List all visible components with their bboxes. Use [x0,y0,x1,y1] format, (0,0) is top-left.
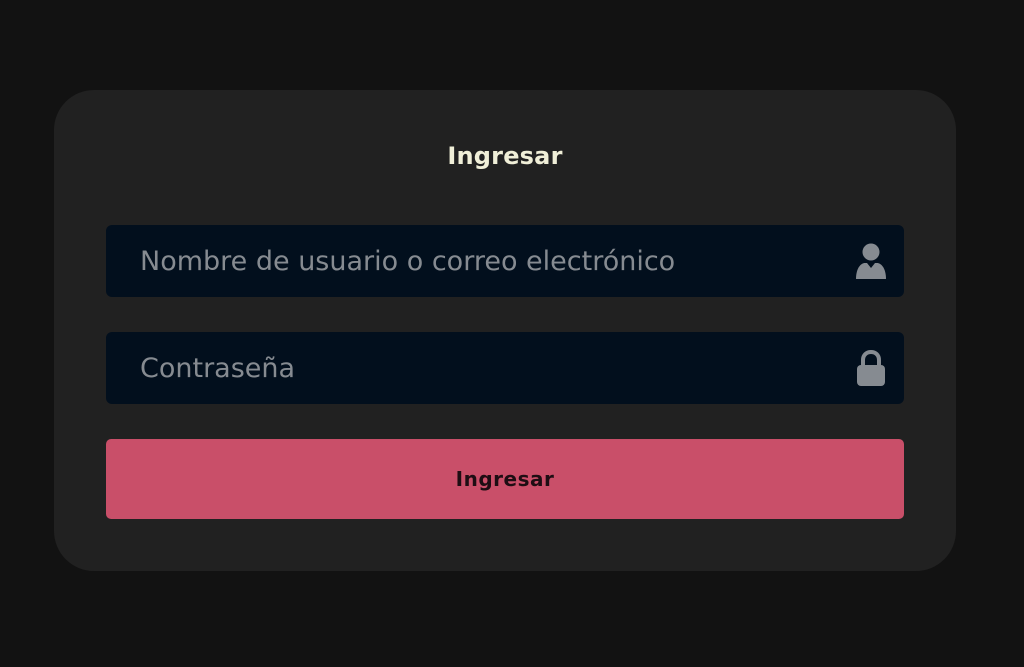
password-field[interactable] [106,332,904,404]
lock-icon [854,349,888,387]
user-icon [854,242,888,280]
login-title: Ingresar [447,142,563,170]
username-input[interactable] [106,225,836,297]
login-submit-button[interactable]: Ingresar [106,439,904,519]
login-card: Ingresar Ingresar [54,90,956,571]
username-field[interactable] [106,225,904,297]
password-input[interactable] [106,332,836,404]
